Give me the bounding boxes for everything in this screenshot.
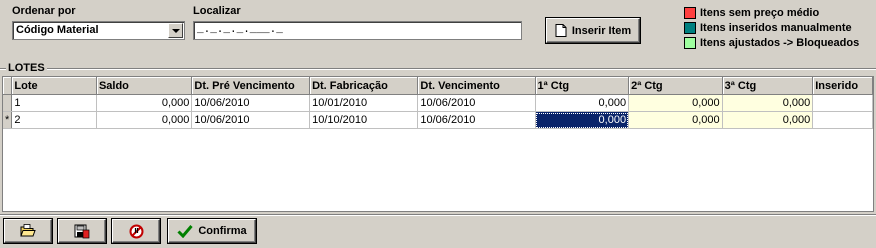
- legend-label: Itens sem preço médio: [700, 6, 820, 19]
- row-indicator-header: [3, 77, 13, 95]
- legend-item: Itens ajustados -> Bloqueados: [684, 35, 859, 50]
- legend-swatch-red: [684, 6, 696, 19]
- search-input[interactable]: _._._._.___._: [193, 21, 522, 40]
- cell-inserido[interactable]: [812, 94, 873, 112]
- chevron-down-icon[interactable]: [168, 23, 183, 38]
- open-button[interactable]: [4, 219, 52, 243]
- table-row[interactable]: * 2 0,000 10/06/2010 10/10/2010 10/06/20…: [3, 111, 873, 129]
- table-row[interactable]: 1 0,000 10/06/2010 10/01/2010 10/06/2010…: [3, 94, 873, 112]
- cell-pre-vencimento[interactable]: 10/06/2010: [191, 111, 311, 129]
- row-indicator[interactable]: [3, 94, 13, 112]
- cell-lote[interactable]: 1: [11, 94, 97, 112]
- cell-ctg2[interactable]: 0,000: [628, 111, 723, 129]
- cell-vencimento[interactable]: 10/06/2010: [417, 111, 536, 129]
- col-header-vencimento[interactable]: Dt. Vencimento: [417, 77, 536, 95]
- insert-item-label: Inserir Item: [571, 24, 632, 37]
- new-document-icon: [555, 24, 567, 37]
- insert-item-button[interactable]: Inserir Item: [546, 18, 640, 43]
- confirm-button[interactable]: Confirma: [168, 219, 256, 243]
- checkmark-icon: [177, 225, 194, 238]
- cell-ctg1[interactable]: 0,000: [535, 94, 630, 112]
- cell-fabricacao[interactable]: 10/10/2010: [309, 111, 419, 129]
- col-header-inserido[interactable]: Inserido: [812, 77, 873, 95]
- save-button[interactable]: [58, 219, 106, 243]
- save-disk-icon: [74, 224, 90, 238]
- cell-ctg1-selected[interactable]: 0,000: [535, 111, 630, 129]
- cell-vencimento[interactable]: 10/06/2010: [417, 94, 536, 112]
- legend-swatch-teal: [684, 21, 696, 34]
- cell-ctg3[interactable]: 0,000: [722, 94, 814, 112]
- cell-fabricacao[interactable]: 10/01/2010: [309, 94, 419, 112]
- order-select-value: Código Material: [16, 24, 99, 36]
- cell-ctg2[interactable]: 0,000: [628, 94, 723, 112]
- cell-saldo[interactable]: 0,000: [96, 94, 193, 112]
- cell-pre-vencimento[interactable]: 10/06/2010: [191, 94, 311, 112]
- legend-item: Itens sem preço médio: [684, 5, 859, 20]
- legend-swatch-green: [684, 36, 696, 49]
- col-header-ctg1[interactable]: 1ª Ctg: [535, 77, 630, 95]
- confirm-label: Confirma: [198, 225, 247, 237]
- col-header-fabricacao[interactable]: Dt. Fabricação: [309, 77, 419, 95]
- legend: Itens sem preço médio Itens inseridos ma…: [684, 5, 859, 50]
- group-title: LOTES: [6, 62, 47, 74]
- col-header-ctg2[interactable]: 2ª Ctg: [628, 77, 723, 95]
- cell-saldo[interactable]: 0,000: [96, 111, 193, 129]
- col-header-ctg3[interactable]: 3ª Ctg: [722, 77, 814, 95]
- legend-item: Itens inseridos manualmente: [684, 20, 859, 35]
- col-header-saldo[interactable]: Saldo: [96, 77, 193, 95]
- row-indicator[interactable]: *: [3, 111, 13, 129]
- cell-ctg3[interactable]: 0,000: [722, 111, 814, 129]
- toolbar-divider: [0, 214, 876, 215]
- cell-lote[interactable]: 2: [11, 111, 97, 129]
- cancel-icon: [129, 224, 143, 238]
- cancel-button[interactable]: [112, 219, 160, 243]
- order-select[interactable]: Código Material: [12, 21, 185, 40]
- lots-grid[interactable]: Lote Saldo Dt. Pré Vencimento Dt. Fabric…: [2, 76, 874, 212]
- order-label: Ordenar por: [12, 5, 76, 17]
- group-divider: [0, 68, 876, 69]
- legend-label: Itens inseridos manualmente: [700, 21, 852, 34]
- table-header-row: Lote Saldo Dt. Pré Vencimento Dt. Fabric…: [3, 77, 873, 95]
- col-header-pre-vencimento[interactable]: Dt. Pré Vencimento: [191, 77, 311, 95]
- legend-label: Itens ajustados -> Bloqueados: [700, 36, 860, 49]
- search-label: Localizar: [193, 5, 241, 17]
- col-header-lote[interactable]: Lote: [11, 77, 97, 95]
- cell-inserido[interactable]: [812, 111, 873, 129]
- lots-table: Lote Saldo Dt. Pré Vencimento Dt. Fabric…: [3, 77, 873, 129]
- open-folder-icon: [20, 224, 36, 237]
